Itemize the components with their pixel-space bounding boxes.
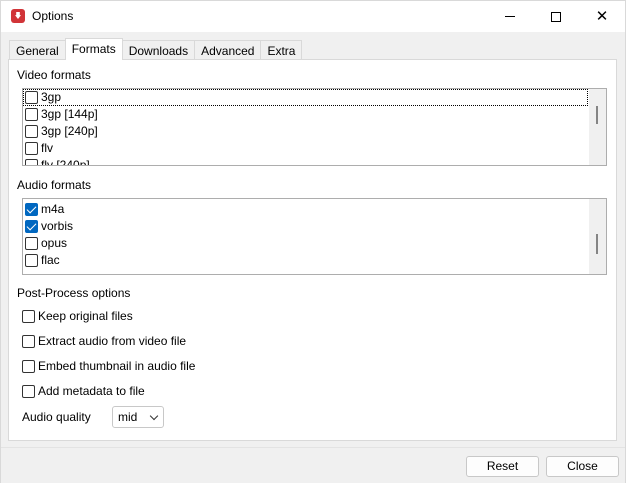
- checkbox[interactable]: [25, 159, 38, 165]
- checkbox[interactable]: [22, 384, 35, 398]
- list-item-label: vorbis: [41, 219, 74, 233]
- checkbox[interactable]: [25, 203, 38, 216]
- post-process-label: Post-Process options: [17, 286, 131, 300]
- option-label: Add metadata to file: [38, 384, 145, 398]
- minimize-button[interactable]: [487, 1, 533, 32]
- checkbox[interactable]: [25, 237, 38, 250]
- list-item-label: opus: [41, 236, 68, 250]
- list-item-label: flv [240p]: [41, 158, 90, 166]
- chevron-down-icon: [149, 411, 159, 421]
- list-item[interactable]: flv [240p]: [23, 157, 606, 166]
- dialog-footer: Reset Close: [1, 447, 625, 483]
- checkbox[interactable]: [22, 309, 35, 323]
- audio-formats-label: Audio formats: [17, 178, 92, 192]
- list-item-label: 3gp [240p]: [41, 124, 98, 138]
- reset-button[interactable]: Reset: [466, 456, 539, 477]
- list-item[interactable]: 3gp [144p]: [23, 106, 606, 123]
- add-metadata-option[interactable]: Add metadata to file: [22, 383, 145, 399]
- audio-list-scrollbar[interactable]: [589, 199, 606, 274]
- audio-formats-list[interactable]: m4a vorbis opus flac: [22, 198, 607, 275]
- tab-strip: General Formats Downloads Advanced Extra: [9, 38, 303, 60]
- formats-panel: Video formats 3gp 3gp [144p] 3gp [240p] …: [8, 59, 617, 441]
- close-icon: ✕: [595, 8, 609, 25]
- tab-general[interactable]: General: [9, 40, 66, 60]
- list-item-label: 3gp: [41, 90, 62, 104]
- list-item-label: m4a: [41, 202, 65, 216]
- audio-quality-select[interactable]: mid: [112, 406, 164, 428]
- checkbox[interactable]: [25, 125, 38, 138]
- list-item[interactable]: flv: [23, 140, 606, 157]
- checkbox[interactable]: [25, 91, 38, 104]
- maximize-icon: [551, 11, 561, 22]
- list-item[interactable]: 3gp: [23, 89, 588, 106]
- video-list-scrollbar[interactable]: [589, 89, 606, 165]
- video-formats-label: Video formats: [17, 68, 91, 82]
- scroll-thumb[interactable]: [596, 106, 598, 124]
- app-download-icon: [11, 9, 25, 23]
- title-bar: Options ✕: [1, 1, 625, 32]
- video-formats-list[interactable]: 3gp 3gp [144p] 3gp [240p] flv flv [240p]: [22, 88, 607, 166]
- option-label: Embed thumbnail in audio file: [38, 359, 196, 373]
- checkbox[interactable]: [25, 108, 38, 121]
- tab-extra[interactable]: Extra: [260, 40, 303, 60]
- keep-original-option[interactable]: Keep original files: [22, 308, 133, 324]
- tab-advanced[interactable]: Advanced: [194, 40, 262, 60]
- list-item[interactable]: vorbis: [23, 218, 606, 235]
- window-title: Options: [32, 9, 74, 23]
- checkbox[interactable]: [25, 220, 38, 233]
- checkbox[interactable]: [25, 254, 38, 267]
- option-label: Extract audio from video file: [38, 334, 187, 348]
- list-item-label: flac: [41, 253, 60, 267]
- list-item[interactable]: opus: [23, 235, 606, 252]
- audio-quality-value: mid: [118, 410, 138, 424]
- tab-downloads[interactable]: Downloads: [121, 40, 196, 60]
- tab-formats[interactable]: Formats: [64, 38, 123, 60]
- list-item-label: 3gp [144p]: [41, 107, 98, 121]
- audio-quality-label: Audio quality: [22, 410, 91, 424]
- checkbox[interactable]: [22, 359, 35, 373]
- list-item-label: flv: [41, 141, 53, 155]
- list-item[interactable]: 3gp [240p]: [23, 123, 606, 140]
- maximize-button[interactable]: [533, 1, 579, 32]
- list-item[interactable]: flac: [23, 252, 606, 269]
- option-label: Keep original files: [38, 309, 133, 323]
- embed-thumbnail-option[interactable]: Embed thumbnail in audio file: [22, 358, 195, 374]
- options-window: Options ✕ General Formats Downloads Adva…: [0, 0, 626, 483]
- checkbox[interactable]: [22, 334, 35, 348]
- minimize-icon: [505, 16, 515, 17]
- extract-audio-option[interactable]: Extract audio from video file: [22, 333, 186, 349]
- close-button[interactable]: Close: [546, 456, 619, 477]
- close-window-button[interactable]: ✕: [579, 1, 625, 32]
- checkbox[interactable]: [25, 142, 38, 155]
- scroll-thumb[interactable]: [596, 234, 598, 254]
- list-item[interactable]: m4a: [23, 201, 606, 218]
